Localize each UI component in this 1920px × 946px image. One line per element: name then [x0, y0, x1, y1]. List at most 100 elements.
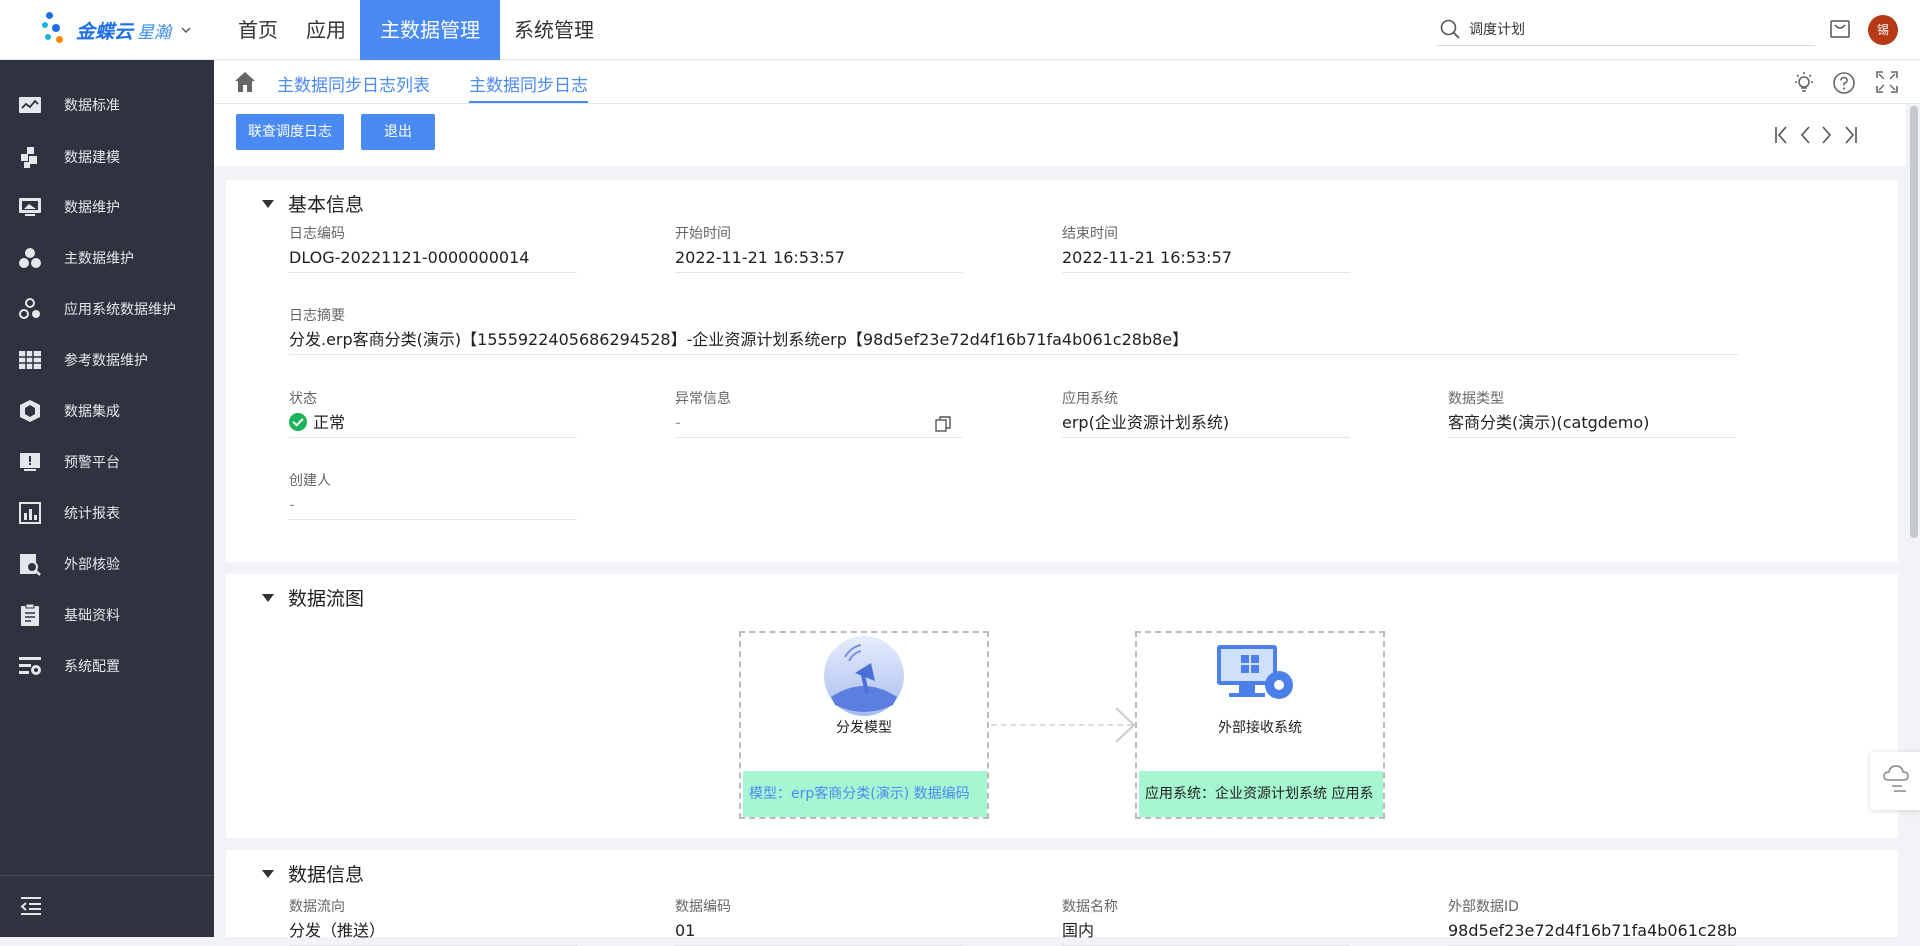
flow-node-info: 应用系统：企业资源计划系统 应用系: [1139, 771, 1383, 817]
view-schedule-log-button[interactable]: 联查调度日志: [236, 114, 344, 150]
avatar[interactable]: 锡: [1868, 15, 1898, 45]
sidebar-item-data-integration[interactable]: 数据集成: [0, 386, 214, 436]
data-flow-header[interactable]: 数据流图: [262, 584, 364, 611]
copy-icon[interactable]: [935, 416, 951, 432]
sidebar-item-data-standard[interactable]: 数据标准: [0, 80, 214, 130]
cloud-icon: [1883, 765, 1909, 792]
cluster-icon: [19, 248, 41, 268]
nav-system-admin[interactable]: 系统管理: [500, 0, 608, 60]
chart-monitor-icon: [19, 97, 41, 113]
screen-icon: [19, 198, 41, 216]
sidebar-item-master-data[interactable]: 主数据维护: [0, 233, 214, 283]
field-label: 开始时间: [675, 226, 731, 242]
field-value: -: [289, 490, 577, 520]
creator-field: 创建人 -: [289, 470, 577, 520]
top-bar: 金蝶云星瀚 首页 应用 主数据管理 系统管理 锡: [0, 0, 1920, 60]
main-nav: 首页 应用 主数据管理 系统管理: [224, 0, 608, 60]
logo-mark-icon: [42, 12, 72, 48]
sidebar-item-system-config[interactable]: 系统配置: [0, 641, 214, 691]
field-value: DLOG-20221121-0000000014: [289, 243, 577, 273]
distribution-model-icon: [824, 636, 904, 716]
field-label: 结束时间: [1062, 226, 1118, 242]
report-icon: [19, 502, 41, 524]
data-info-header[interactable]: 数据信息: [262, 860, 364, 887]
sidebar-item-label: 系统配置: [64, 659, 120, 675]
cube-icon: [20, 400, 40, 422]
basic-info-header[interactable]: 基本信息: [262, 190, 364, 217]
check-circle-icon: [289, 413, 307, 431]
sidebar-item-label: 参考数据维护: [64, 353, 148, 369]
next-record-icon[interactable]: [1820, 126, 1834, 144]
field-label: 创建人: [289, 473, 331, 489]
nav-master-data[interactable]: 主数据管理: [360, 0, 500, 60]
field-value: 2022-11-21 16:53:57: [675, 243, 963, 273]
sidebar-item-external-check[interactable]: 外部核验: [0, 539, 214, 589]
sidebar-item-label: 主数据维护: [64, 251, 134, 267]
mail-icon[interactable]: [1829, 18, 1851, 40]
nav-apps[interactable]: 应用: [292, 0, 360, 60]
sidebar-item-label: 应用系统数据维护: [64, 302, 176, 318]
field-value: 国内: [1062, 916, 1350, 946]
field-value: 2022-11-21 16:53:57: [1062, 243, 1350, 273]
sidebar-item-statistics[interactable]: 统计报表: [0, 488, 214, 538]
collapse-triangle-icon: [262, 869, 274, 878]
brand-logo[interactable]: 金蝶云 星瀚: [42, 10, 208, 50]
sidebar-item-data-modeling[interactable]: 数据建模: [0, 132, 214, 182]
field-value: 客商分类(演示)(catgdemo): [1448, 408, 1736, 438]
sidebar-item-app-data[interactable]: 应用系统数据维护: [0, 284, 214, 334]
data-flow-section: 数据流图 分发模型 模型：erp客商分类(演示) 数据编码 外部接收系统 应用系…: [226, 574, 1898, 838]
previous-record-icon[interactable]: [1798, 126, 1812, 144]
blocks-icon: [21, 147, 37, 168]
fullscreen-icon[interactable]: [1876, 71, 1898, 93]
field-label: 状态: [289, 391, 317, 407]
log-summary-field: 日志摘要 分发.erp客商分类(演示)【1555922405686294528】…: [289, 305, 1739, 355]
sidebar-item-label: 数据建模: [64, 150, 120, 166]
tab-sync-log[interactable]: 主数据同步日志: [469, 71, 588, 103]
sidebar-item-label: 数据标准: [64, 98, 120, 114]
data-name-field: 数据名称 国内: [1062, 896, 1350, 946]
home-icon[interactable]: [234, 71, 256, 93]
help-icon[interactable]: [1832, 71, 1856, 95]
start-time-field: 开始时间 2022-11-21 16:53:57: [675, 223, 963, 273]
flow-node-info: 模型：erp客商分类(演示) 数据编码: [743, 771, 987, 817]
field-value: 01: [675, 916, 963, 946]
status-text: 正常: [313, 413, 346, 432]
tab-sync-log-list[interactable]: 主数据同步日志列表: [277, 71, 430, 96]
first-record-icon[interactable]: [1774, 126, 1790, 144]
field-label: 数据流向: [289, 899, 345, 915]
sidebar: 数据标准 数据建模 数据维护 主数据维护 应用系统数据维护 参考数据维护 数据集…: [0, 60, 214, 937]
sidebar-item-label: 数据维护: [64, 200, 120, 216]
floating-cloud-widget[interactable]: [1870, 752, 1920, 810]
sidebar-item-label: 基础资料: [64, 608, 120, 624]
data-direction-field: 数据流向 分发（推送）: [289, 896, 577, 946]
search-icon: [1440, 19, 1460, 39]
exit-button[interactable]: 退出: [361, 114, 435, 150]
chevron-down-icon[interactable]: [181, 25, 191, 35]
last-record-icon[interactable]: [1842, 126, 1858, 144]
brand-name: 金蝶云 星瀚: [76, 20, 172, 43]
basic-info-section: 基本信息 日志编码 DLOG-20221121-0000000014 开始时间 …: [226, 180, 1898, 562]
lightbulb-icon[interactable]: [1792, 71, 1816, 95]
nav-home[interactable]: 首页: [224, 0, 292, 60]
global-search[interactable]: [1437, 12, 1815, 46]
nodes-icon: [19, 298, 40, 319]
field-value: 正常: [289, 408, 577, 438]
flow-node-source[interactable]: 分发模型 模型：erp客商分类(演示) 数据编码: [739, 631, 989, 819]
field-label: 数据类型: [1448, 391, 1504, 407]
sidebar-item-data-maintenance[interactable]: 数据维护: [0, 182, 214, 232]
flow-node-label: 分发模型: [836, 720, 892, 736]
inspect-icon: [20, 554, 41, 576]
scrollbar-thumb[interactable]: [1910, 106, 1918, 538]
settings-list-icon: [19, 657, 41, 675]
flow-connector: [991, 724, 1133, 726]
field-value: -: [675, 408, 963, 438]
field-label: 日志编码: [289, 226, 345, 242]
flow-node-target[interactable]: 外部接收系统 应用系统：企业资源计划系统 应用系: [1135, 631, 1385, 819]
sidebar-item-base-data[interactable]: 基础资料: [0, 590, 214, 640]
sidebar-item-alert-platform[interactable]: 预警平台: [0, 437, 214, 487]
search-input[interactable]: [1469, 20, 1789, 37]
sidebar-item-reference-data[interactable]: 参考数据维护: [0, 335, 214, 385]
collapse-menu-icon[interactable]: [20, 896, 42, 916]
sidebar-item-label: 预警平台: [64, 455, 120, 471]
field-label: 数据编码: [675, 899, 731, 915]
